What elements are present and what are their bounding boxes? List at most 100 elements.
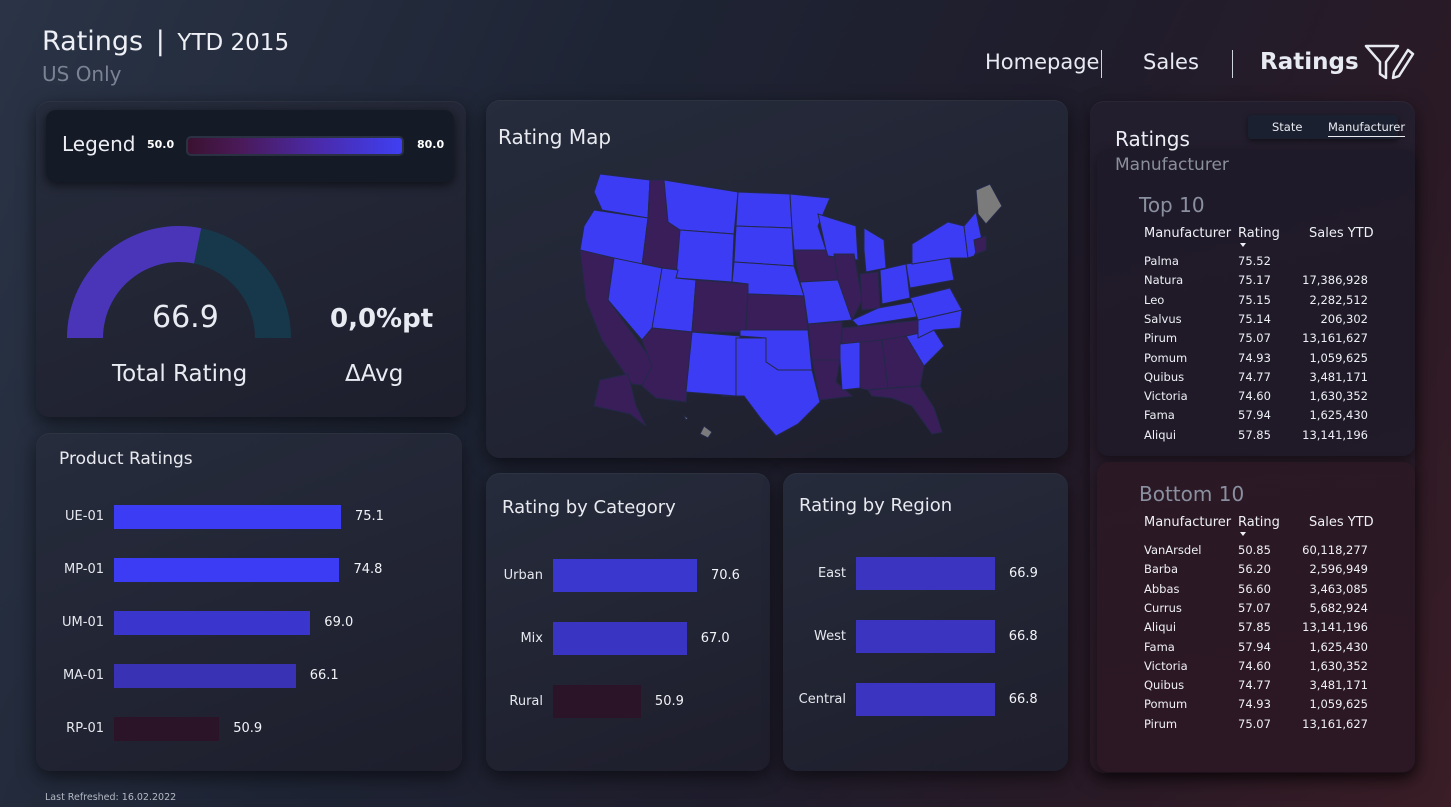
table-cell: 74.60: [1238, 389, 1271, 404]
map-state[interactable]: [699, 425, 713, 439]
title-text: Ratings: [42, 26, 144, 57]
gauge-label: Total Rating: [112, 361, 248, 387]
map-state[interactable]: [807, 321, 843, 361]
table-cell: Salvus: [1144, 311, 1182, 326]
filter-edit-icon: [1364, 44, 1415, 80]
map-state[interactable]: [733, 225, 795, 267]
us-map[interactable]: [572, 170, 1012, 442]
sort-arrow-icon: [1240, 243, 1246, 247]
toggle-state[interactable]: State: [1272, 120, 1302, 134]
table-header[interactable]: Sales YTD: [1309, 226, 1374, 241]
bar-category-label: Rural: [509, 693, 543, 709]
bar-value-label: 66.1: [309, 668, 339, 683]
table-cell: 2,282,512: [1309, 292, 1368, 307]
table-cell: Quibus: [1144, 678, 1185, 693]
bar[interactable]: [856, 620, 995, 653]
map-state[interactable]: [879, 263, 911, 305]
table-header[interactable]: Manufacturer: [1144, 226, 1231, 241]
table-cell: 75.07: [1238, 716, 1271, 731]
bar[interactable]: [856, 557, 995, 590]
map-state[interactable]: [867, 385, 943, 435]
map-state[interactable]: [859, 271, 881, 311]
last-refreshed: Last Refreshed: 16.02.2022: [45, 792, 177, 803]
rating-map-title: Rating Map: [498, 125, 612, 149]
map-state[interactable]: [839, 341, 861, 391]
table-cell: 74.93: [1238, 697, 1271, 712]
table-cell: Fama: [1144, 639, 1175, 654]
table-cell: 75.07: [1238, 331, 1271, 346]
bar[interactable]: [114, 664, 296, 688]
table-header[interactable]: Sales YTD: [1309, 515, 1374, 530]
table-cell: 5,682,924: [1309, 600, 1368, 615]
map-state[interactable]: [685, 331, 741, 397]
bar[interactable]: [114, 558, 340, 582]
bar[interactable]: [553, 559, 697, 592]
table-cell: Leo: [1144, 292, 1165, 307]
top10-table: Manufacturer Rating Sales YTD Palma 75.52 Nat…: [1144, 226, 1384, 451]
map-state[interactable]: [911, 221, 969, 265]
sort-arrow-icon: [1240, 532, 1246, 536]
bottom10-table: Manufacturer Rating Sales YTD VanArsdel 50.8…: [1144, 515, 1384, 740]
map-state[interactable]: [745, 293, 809, 331]
map-state[interactable]: [663, 179, 739, 235]
bar[interactable]: [114, 717, 220, 741]
table-cell: 1,059,625: [1309, 697, 1368, 712]
map-state[interactable]: [863, 227, 887, 273]
gauge-value: 66.9: [152, 300, 219, 335]
table-cell: Aliqui: [1144, 620, 1177, 635]
table-cell: 57.07: [1238, 600, 1271, 615]
product-ratings-chart: UE-01 75.1 MP-01 74.8 UM-01 69.0 MA-01 66.1 RP-0…: [36, 490, 462, 760]
bar[interactable]: [114, 611, 311, 635]
bar-category-label: Mix: [520, 630, 543, 646]
nav-ratings[interactable]: Ratings: [1260, 49, 1359, 75]
nav-divider: [1232, 50, 1233, 78]
table-cell: 57.85: [1238, 427, 1271, 442]
table-cell: 13,141,196: [1302, 620, 1368, 635]
map-state[interactable]: [975, 183, 1003, 225]
table-cell: Abbas: [1144, 581, 1180, 596]
bar-category-label: Urban: [503, 567, 543, 583]
table-cell: Quibus: [1144, 369, 1185, 384]
table-cell: Aliqui: [1144, 427, 1177, 442]
legend-gradient: [186, 136, 404, 156]
table-cell: 74.93: [1238, 350, 1271, 365]
table-cell: Fama: [1144, 408, 1175, 423]
table-cell: 57.85: [1238, 620, 1271, 635]
nav-sales[interactable]: Sales: [1143, 50, 1199, 74]
table-cell: 75.17: [1238, 273, 1271, 288]
bar-value-label: 66.8: [1008, 691, 1038, 707]
table-header[interactable]: Rating: [1238, 226, 1280, 241]
map-state[interactable]: [675, 229, 735, 283]
table-cell: 50.85: [1238, 543, 1271, 557]
bar-value-label: 70.6: [711, 567, 740, 583]
map-state[interactable]: [735, 191, 793, 229]
table-cell: 75.14: [1238, 311, 1271, 326]
bar[interactable]: [114, 505, 341, 529]
bar-category-label: Central: [798, 691, 846, 707]
filter-button[interactable]: [1360, 38, 1416, 88]
table-cell: 57.94: [1238, 639, 1271, 654]
table-cell: 206,302: [1320, 311, 1368, 326]
toggle-manufacturer[interactable]: Manufacturer: [1328, 120, 1406, 137]
table-cell: 60,118,277: [1302, 543, 1368, 557]
table-cell: 56.60: [1238, 581, 1271, 596]
table-header[interactable]: Manufacturer: [1144, 515, 1231, 530]
table-header[interactable]: Rating: [1238, 515, 1280, 530]
table-cell: Natura: [1144, 273, 1184, 288]
bar[interactable]: [856, 683, 995, 716]
bar-value-label: 74.8: [353, 562, 383, 577]
table-cell: 1,059,625: [1309, 350, 1368, 365]
region-title: Rating by Region: [799, 495, 953, 516]
map-state[interactable]: [691, 279, 749, 333]
nav-homepage[interactable]: Homepage: [985, 50, 1099, 74]
table-cell: 13,161,627: [1302, 716, 1368, 731]
table-cell: Pomum: [1144, 350, 1188, 365]
table-cell: 75.15: [1238, 292, 1271, 307]
bar[interactable]: [553, 622, 687, 655]
table-cell: 74.77: [1238, 369, 1271, 384]
map-state[interactable]: [682, 414, 689, 421]
ratings-panel-title: Ratings: [1115, 127, 1190, 151]
table-cell: 17,386,928: [1302, 273, 1368, 288]
bar[interactable]: [553, 685, 641, 718]
bar-category-label: East: [817, 565, 846, 581]
